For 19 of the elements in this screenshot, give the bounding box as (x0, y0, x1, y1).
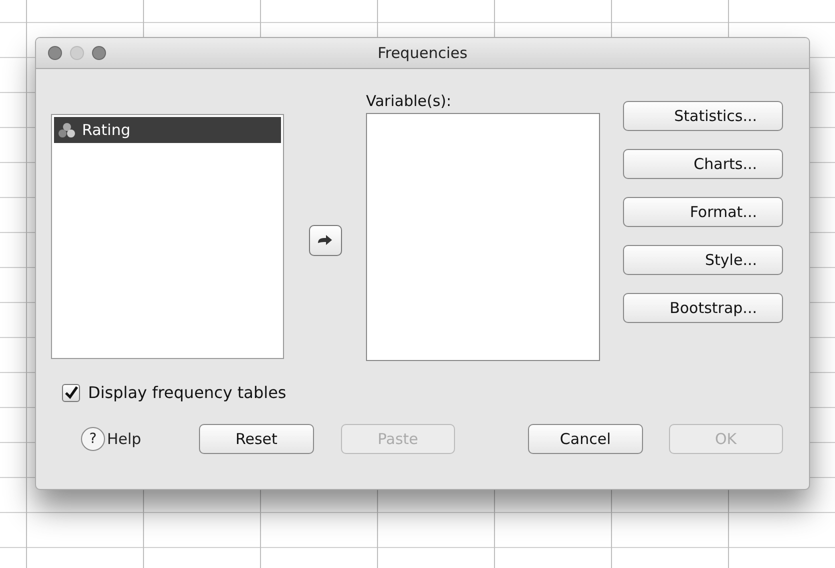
dialog-button[interactable]: Charts... (623, 149, 783, 179)
dialog-button[interactable]: Statistics... (623, 101, 783, 131)
checkbox-label: Display frequency tables (88, 383, 286, 402)
dialog-button[interactable]: Format... (623, 197, 783, 227)
move-button[interactable] (308, 225, 342, 256)
zoom-icon[interactable] (92, 46, 106, 60)
scale-icon (58, 122, 76, 138)
window-title: Frequencies (378, 44, 468, 62)
close-icon[interactable] (48, 46, 62, 60)
arrow-icon (317, 234, 333, 248)
dialog-button[interactable]: Reset (199, 424, 314, 454)
help-button[interactable]: ? Help (81, 427, 142, 451)
variable-list[interactable]: Rating (51, 114, 284, 359)
list-item[interactable]: Rating (54, 117, 281, 143)
dialog-button[interactable]: Style... (623, 245, 783, 275)
dialog-button[interactable]: Bootstrap... (623, 293, 783, 323)
checkbox[interactable] (62, 384, 80, 402)
dialog-button[interactable]: Cancel (528, 424, 643, 454)
variables-label: Variable(s): (366, 92, 452, 110)
